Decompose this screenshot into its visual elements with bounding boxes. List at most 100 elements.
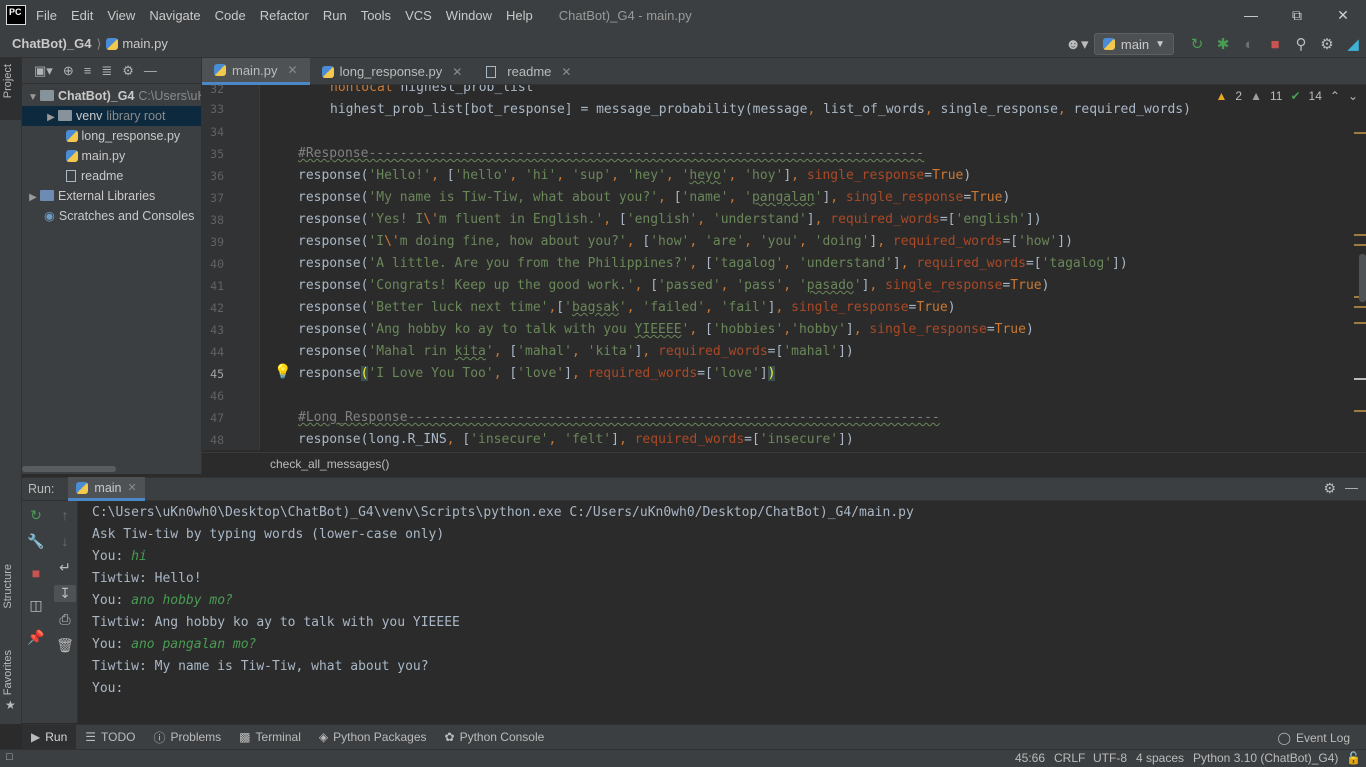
close-tab-icon[interactable]: ✕ — [452, 65, 462, 79]
inspection-widget[interactable]: ▲ 2 ▲ 11 ✔ 14 ⌃ ⌄ — [1216, 89, 1358, 103]
menu-navigate[interactable]: Navigate — [149, 8, 200, 23]
run-tab-main[interactable]: main ✕ — [68, 477, 145, 501]
trash-icon[interactable]: 🗑 — [54, 637, 76, 654]
tool-tab-todo[interactable]: ☰ TODO — [76, 725, 144, 750]
python-interpreter[interactable]: Python 3.10 (ChatBot)_G4) — [1193, 751, 1338, 765]
restore-icon[interactable]: ⧉ — [1274, 0, 1320, 30]
user-icon[interactable]: ☻▾ — [1064, 35, 1090, 53]
scroll-to-end-icon[interactable]: ↧ — [54, 585, 76, 602]
arrow-down-icon[interactable]: ↓ — [54, 533, 76, 549]
run-console[interactable]: C:\Users\uKn0wh0\Desktop\ChatBot)_G4\ven… — [78, 501, 1366, 723]
rerun-icon[interactable]: ↻ — [1184, 35, 1210, 53]
console-line: You: hi — [92, 549, 147, 564]
menu-tools[interactable]: Tools — [361, 8, 391, 23]
tab-main-py[interactable]: main.py ✕ — [202, 58, 310, 85]
chevron-up-icon[interactable]: ⌃ — [1330, 89, 1340, 103]
hide-icon[interactable]: — — [144, 63, 157, 78]
project-tool-tab[interactable]: Project — [0, 58, 22, 120]
menu-code[interactable]: Code — [215, 8, 246, 23]
structure-tab-label[interactable]: Structure — [2, 564, 14, 609]
tree-item-long-response[interactable]: long_response.py — [22, 126, 201, 146]
jetbrains-logo-icon[interactable]: ◢ — [1340, 35, 1366, 53]
close-tab-icon[interactable]: ✕ — [561, 65, 571, 79]
wrench-icon[interactable]: 🔧 — [25, 533, 47, 550]
line-number: 44 — [210, 345, 224, 359]
favorites-tab-label[interactable]: Favorites — [2, 650, 14, 695]
locate-icon[interactable]: ⊕ — [63, 63, 74, 79]
minimize-icon[interactable]: — — [1228, 0, 1274, 30]
run-config-dropdown[interactable]: main ▼ — [1093, 33, 1174, 55]
toggle-tool-windows-icon[interactable]: □ — [6, 751, 13, 763]
arrow-up-icon[interactable]: ↑ — [54, 507, 76, 523]
tool-tab-python-packages[interactable]: ◈ Python Packages — [310, 725, 436, 750]
rerun-icon[interactable]: ↻ — [25, 507, 47, 524]
menu-vcs[interactable]: VCS — [405, 8, 432, 23]
breadcrumb-file[interactable]: main.py — [122, 36, 168, 51]
tool-tab-run[interactable]: ▶ Run — [22, 724, 77, 750]
tree-item-project-root[interactable]: ▼ ChatBot)_G4 C:\Users\uK — [22, 86, 201, 106]
console-input-line[interactable]: You: — [92, 678, 131, 700]
console-line: Tiwtiw: Ang hobby ko ay to talk with you… — [92, 615, 460, 630]
menu-edit[interactable]: Edit — [71, 8, 93, 23]
lock-icon[interactable]: 🔓 — [1346, 751, 1361, 765]
line-separator[interactable]: CRLF — [1054, 751, 1085, 765]
lightbulb-icon[interactable]: 💡 — [274, 363, 291, 380]
expand-all-icon[interactable]: ≡ — [84, 63, 92, 78]
menu-file[interactable]: File — [36, 8, 57, 23]
breadcrumb-project[interactable]: ChatBot)_G4 — [12, 36, 91, 51]
tool-tab-python-console[interactable]: ✿ Python Console — [436, 725, 554, 750]
settings-gear-icon[interactable]: ⚙ — [1314, 35, 1340, 53]
search-icon[interactable]: ⚲ — [1288, 35, 1314, 53]
hide-icon[interactable]: — — [1345, 480, 1358, 495]
tree-item-readme[interactable]: readme — [22, 166, 201, 186]
warning-count: 2 — [1235, 89, 1243, 103]
stop-icon[interactable]: ■ — [1262, 36, 1288, 53]
close-tab-icon[interactable]: ✕ — [288, 63, 298, 77]
tree-item-scratches[interactable]: ◉ Scratches and Consoles — [22, 206, 201, 226]
event-log-button[interactable]: ◯ Event Log — [1278, 725, 1350, 750]
coverage-icon[interactable]: ◐ — [1236, 36, 1262, 53]
tab-label: readme — [507, 64, 552, 79]
gear-icon[interactable]: ⚙ — [122, 63, 134, 79]
print-icon[interactable]: ⎙ — [54, 611, 76, 628]
close-tab-icon[interactable]: ✕ — [128, 481, 137, 494]
indent-setting[interactable]: 4 spaces — [1136, 751, 1184, 765]
menu-window[interactable]: Window — [446, 8, 492, 23]
collapse-all-icon[interactable]: ≣ — [101, 63, 112, 79]
view-mode-icon[interactable]: ▣▾ — [34, 63, 53, 79]
tree-item-main[interactable]: main.py — [22, 146, 201, 166]
breadcrumb-function[interactable]: check_all_messages() — [270, 457, 389, 471]
code-line: response('My name is Tiw-Tiw, what about… — [298, 190, 1011, 205]
line-number-gutter: 32 33 34 35 36 37 38 39 40 41 42 43 44 4… — [202, 82, 260, 450]
chevron-right-icon[interactable]: ▶ — [26, 188, 40, 208]
soft-wrap-icon[interactable]: ↵ — [54, 559, 76, 576]
tree-item-venv[interactable]: ▶ venv library root — [22, 106, 201, 126]
editor-scrollbar[interactable] — [1359, 254, 1366, 302]
line-number: 34 — [210, 125, 224, 139]
layout-icon[interactable]: ◫ — [25, 597, 47, 614]
tab-long-response-py[interactable]: long_response.py ✕ — [310, 58, 475, 85]
pin-icon[interactable]: 📌 — [25, 629, 47, 646]
caret-position[interactable]: 45:66 — [1015, 751, 1045, 765]
code-editor[interactable]: nonlocal highest_prob_list highest_prob_… — [260, 85, 1366, 450]
chevron-down-icon[interactable]: ▼ — [26, 88, 40, 108]
menu-help[interactable]: Help — [506, 8, 533, 23]
line-number: 43 — [210, 323, 224, 337]
tool-tab-terminal[interactable]: ▩ Terminal — [230, 725, 310, 750]
menu-refactor[interactable]: Refactor — [260, 8, 309, 23]
gear-icon[interactable]: ⚙ — [1323, 480, 1336, 497]
file-encoding[interactable]: UTF-8 — [1093, 751, 1127, 765]
tool-tab-problems[interactable]: ⓘ Problems — [144, 725, 230, 750]
chevron-right-icon[interactable]: ▶ — [44, 108, 58, 128]
run-config-label: main — [1120, 36, 1150, 52]
menu-view[interactable]: View — [107, 8, 135, 23]
debug-icon[interactable]: ✱ — [1210, 35, 1236, 53]
project-toolbar: ▣▾ ⊕ ≡ ≣ ⚙ — — [22, 58, 201, 84]
menu-run[interactable]: Run — [323, 8, 347, 23]
project-scrollbar[interactable] — [22, 466, 116, 472]
tab-readme[interactable]: readme ✕ — [474, 58, 583, 85]
close-window-icon[interactable]: ✕ — [1320, 0, 1366, 30]
stop-icon[interactable]: ■ — [25, 565, 47, 581]
chevron-down-icon[interactable]: ⌄ — [1348, 89, 1358, 103]
tree-item-external-libraries[interactable]: ▶ External Libraries — [22, 186, 201, 206]
